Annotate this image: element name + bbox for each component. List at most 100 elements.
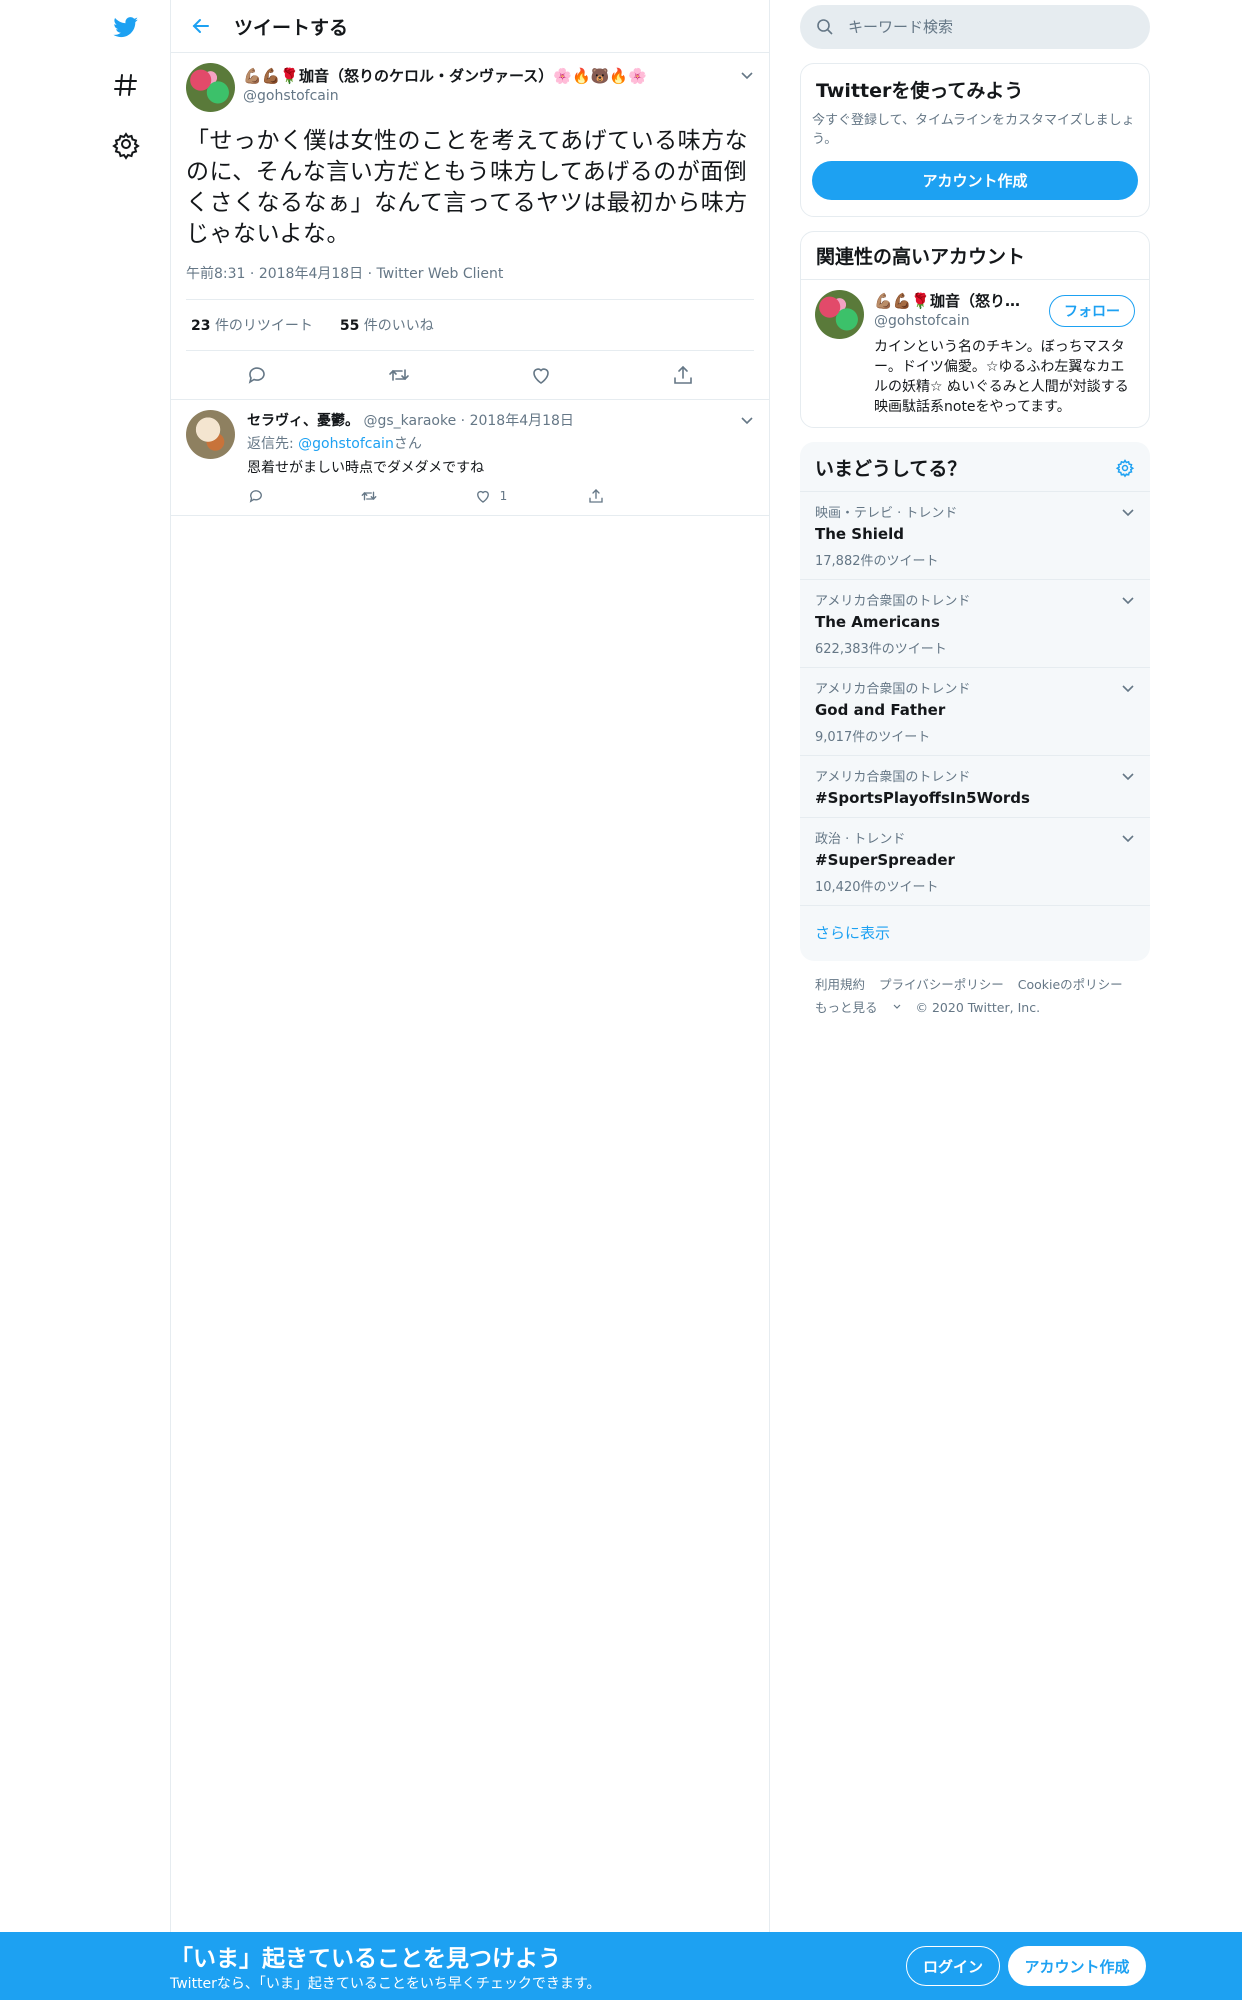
retweet-icon: [361, 491, 377, 501]
tweet-time[interactable]: 午前8:31: [186, 266, 245, 282]
twitter-logo-icon[interactable]: [100, 0, 152, 52]
tweet-text: 「せっかく僕は女性のことを考えてあげている味方なのに、そんな言い方だともう味方し…: [186, 128, 749, 247]
retweets-stat[interactable]: 23 件のリツイート: [191, 318, 313, 334]
trend-context: アメリカ合衆国のトレンド: [815, 682, 971, 697]
tweet-meta: 午前8:31 · 2018年4月18日 · Twitter Web Client: [186, 263, 754, 300]
follow-button[interactable]: フォロー: [1049, 295, 1135, 327]
related-accounts-card: 関連性の高いアカウント 💪🏽💪🏾🌹珈音（怒りのケロル・ダンヴァース） フォロー …: [800, 231, 1150, 428]
back-button[interactable]: [171, 0, 231, 53]
retweet-button[interactable]: [387, 363, 411, 387]
login-button[interactable]: ログイン: [906, 1946, 1000, 1986]
left-nav: [100, 0, 152, 177]
tweet-date[interactable]: 2018年4月18日: [259, 266, 363, 282]
search-icon: [817, 19, 833, 35]
share-button[interactable]: [671, 363, 695, 387]
trend-context: アメリカ合衆国のトレンド: [815, 594, 971, 609]
tweet-client[interactable]: Twitter Web Client: [377, 266, 504, 282]
sidebar-footer: 利用規約 プライバシーポリシー Cookieのポリシー もっと見る © 2020…: [800, 961, 1150, 1031]
chevron-down-icon[interactable]: [1120, 768, 1136, 784]
reply-button[interactable]: [245, 363, 269, 387]
author-name[interactable]: 💪🏽💪🏾🌹珈音（怒りのケロル・ダンヴァース）🌸🔥🐻🔥🌸: [243, 65, 647, 86]
copyright: © 2020 Twitter, Inc.: [915, 1000, 1041, 1015]
banner-title: 「いま」起きていることを見つけよう: [170, 1946, 561, 1972]
reply-text: 恩着せがましい時点でダメダメですね: [247, 460, 485, 476]
reply-date[interactable]: 2018年4月18日: [470, 413, 574, 429]
reply-icon: [248, 367, 265, 384]
chevron-down-icon[interactable]: [1120, 592, 1136, 608]
settings-gear-icon[interactable]: [100, 118, 152, 170]
share-button[interactable]: [587, 487, 667, 505]
chevron-down-icon[interactable]: [1120, 504, 1136, 520]
like-count: 1: [499, 489, 508, 503]
reply-author-handle[interactable]: @gs_karaoke: [363, 413, 456, 429]
trend-context: アメリカ合衆国のトレンド: [815, 770, 971, 785]
arrow-left-icon: [192, 19, 209, 33]
trend-item[interactable]: アメリカ合衆国のトレンド The Americans 622,383件のツイート: [800, 580, 1150, 668]
reply-tweet[interactable]: セラヴィ、憂鬱。 @gs_karaoke · 2018年4月18日 返信先: @…: [171, 400, 769, 516]
avatar[interactable]: [186, 63, 235, 112]
trend-item[interactable]: 映画・テレビ · トレンド The Shield 17,882件のツイート: [800, 492, 1150, 580]
trend-count: 10,420件のツイート: [815, 880, 939, 895]
settings-gear-icon[interactable]: [1115, 458, 1135, 478]
tweet-stats: 23 件のリツイート 55 件のいいね: [186, 300, 754, 351]
likes-stat[interactable]: 55 件のいいね: [340, 318, 434, 334]
chevron-down-icon[interactable]: [1120, 680, 1136, 696]
related-title: 関連性の高いアカウント: [801, 232, 1149, 280]
search-input[interactable]: [848, 18, 1108, 36]
trend-name: The Shield: [815, 525, 904, 543]
trend-item[interactable]: 政治 · トレンド #SuperSpreader 10,420件のツイート: [800, 818, 1150, 906]
more-link[interactable]: もっと見る: [815, 1000, 902, 1015]
author-handle[interactable]: @gohstofcain: [243, 88, 647, 104]
trend-name: The Americans: [815, 613, 940, 631]
banner-subtitle: Twitterなら、「いま」起きていることをいち早くチェックできます。: [170, 1976, 601, 1992]
signup-banner: 「いま」起きていることを見つけよう Twitterなら、「いま」起きていることを…: [0, 1932, 1242, 2000]
reply-actions: 1: [247, 487, 667, 505]
retweet-button[interactable]: [360, 487, 440, 505]
heart-icon: [533, 368, 549, 384]
signup-card: Twitterを使ってみよう 今すぐ登録して、タイムラインをカスタマイズしましょ…: [800, 63, 1150, 217]
create-account-button[interactable]: アカウント作成: [812, 161, 1138, 200]
reply-button[interactable]: [247, 487, 327, 505]
related-user-name[interactable]: 💪🏽💪🏾🌹珈音（怒りのケロル・ダンヴァース）: [874, 290, 1034, 311]
related-user-bio: カインという名のチキン。ぼっちマスター。ドイツ偏愛。☆ゆるふわ左翼なカエルの妖精…: [874, 339, 1129, 415]
page-title: ツイートする: [234, 16, 349, 39]
trends-title: いまどうしてる？: [815, 458, 967, 480]
show-more-link[interactable]: さらに表示: [800, 906, 1150, 961]
signup-button[interactable]: アカウント作成: [1008, 1946, 1146, 1986]
signup-card-title: Twitterを使ってみよう: [816, 80, 1024, 102]
trend-name: #SuperSpreader: [815, 851, 955, 869]
avatar[interactable]: [815, 290, 864, 339]
terms-link[interactable]: 利用規約: [815, 977, 865, 992]
share-icon: [589, 489, 603, 503]
retweet-icon: [389, 369, 409, 381]
chevron-down-icon[interactable]: [739, 412, 755, 428]
reply-to-line: 返信先: @gohstofcainさん: [247, 436, 422, 452]
main-tweet: 💪🏽💪🏾🌹珈音（怒りのケロル・ダンヴァース）🌸🔥🐻🔥🌸 @gohstofcain…: [171, 53, 769, 400]
signup-card-subtitle: 今すぐ登録して、タイムラインをカスタマイズしましょう。: [812, 113, 1135, 147]
explore-hashtag-icon[interactable]: [100, 59, 152, 111]
privacy-link[interactable]: プライバシーポリシー: [879, 977, 1004, 992]
trend-item[interactable]: アメリカ合衆国のトレンド God and Father 9,017件のツイート: [800, 668, 1150, 756]
avatar[interactable]: [186, 410, 235, 459]
trend-name: #SportsPlayoffsIn5Words: [815, 789, 1030, 807]
trend-count: 622,383件のツイート: [815, 642, 947, 657]
reply-to-link[interactable]: @gohstofcain: [298, 436, 394, 452]
search-box[interactable]: [800, 5, 1150, 49]
like-button[interactable]: [529, 363, 553, 387]
chevron-down-icon[interactable]: [1120, 830, 1136, 846]
related-user[interactable]: 💪🏽💪🏾🌹珈音（怒りのケロル・ダンヴァース） フォロー @gohstofcain…: [801, 280, 1149, 427]
trend-count: 17,882件のツイート: [815, 554, 939, 569]
right-sidebar: Twitterを使ってみよう 今すぐ登録して、タイムラインをカスタマイズしましょ…: [800, 0, 1150, 1031]
main-column: ツイートする 💪🏽💪🏾🌹珈音（怒りのケロル・ダンヴァース）🌸🔥🐻🔥🌸 @gohs…: [170, 0, 770, 1932]
trends-panel: いまどうしてる？ 映画・テレビ · トレンド The Shield 17,882件の…: [800, 442, 1150, 961]
chevron-down-icon[interactable]: [739, 67, 755, 83]
trend-context: 政治 · トレンド: [815, 832, 906, 847]
page-header: ツイートする: [171, 0, 769, 53]
heart-icon: [476, 490, 489, 503]
trend-count: 9,017件のツイート: [815, 730, 931, 745]
cookie-link[interactable]: Cookieのポリシー: [1018, 977, 1123, 992]
like-button[interactable]: 1: [474, 487, 554, 505]
tweet-actions: [186, 351, 754, 399]
trend-item[interactable]: アメリカ合衆国のトレンド #SportsPlayoffsIn5Words: [800, 756, 1150, 818]
reply-author-name[interactable]: セラヴィ、憂鬱。: [247, 413, 359, 429]
